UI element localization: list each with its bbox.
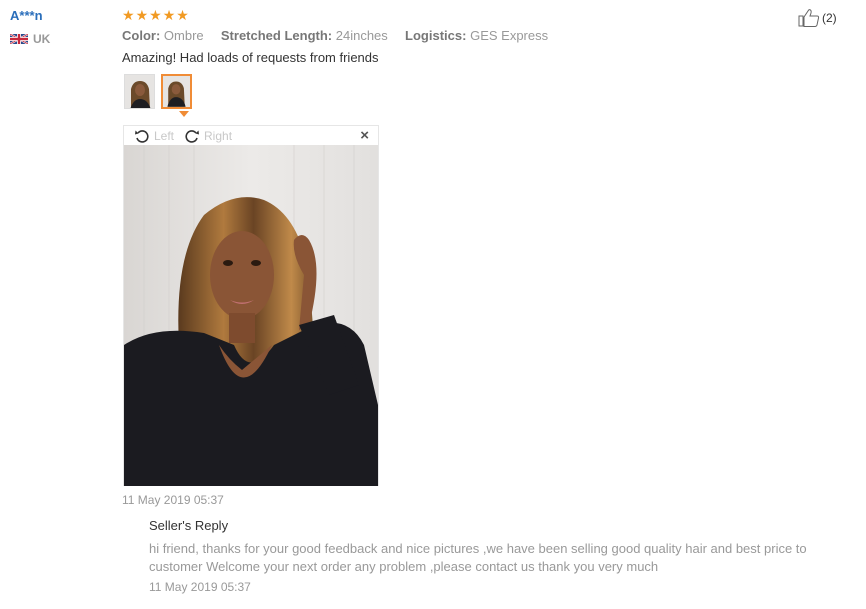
product-attributes: Color: Ombre Stretched Length: 24inches … [122, 28, 548, 43]
review-thumbnails [124, 74, 192, 109]
uk-flag-icon [10, 34, 28, 44]
rotate-left-label: Left [154, 128, 175, 143]
star-icon: ★ [149, 7, 162, 23]
close-icon[interactable]: × [360, 127, 369, 144]
rotate-right-label: Right [204, 128, 233, 143]
star-icon: ★ [176, 7, 189, 23]
attr-key: Stretched Length: [220, 28, 333, 43]
review-thumbnail[interactable] [124, 74, 155, 109]
selected-thumb-pointer [179, 111, 189, 117]
seller-reply-text: hi friend, thanks for your good feedback… [149, 541, 807, 574]
attr-key: Logistics: [405, 28, 467, 43]
rotate-left-button[interactable]: Left [134, 128, 174, 144]
attr-value: 24inches [335, 28, 388, 43]
viewer-toolbar: Left Right × [124, 126, 378, 145]
attr-value: Ombre [163, 28, 204, 43]
reviewer-country: UK [10, 32, 50, 46]
attr-value: GES Express [470, 28, 549, 43]
thumbs-up-icon [798, 9, 820, 27]
review-date: 11 May 2019 05:37 [122, 493, 224, 507]
star-icon: ★ [135, 7, 149, 23]
image-viewer: Left Right × [123, 125, 379, 486]
review-thumbnail-selected[interactable] [161, 74, 192, 109]
country-label: UK [33, 32, 51, 46]
rotate-left-icon [135, 129, 149, 143]
attr-key: Color: [122, 28, 161, 43]
reviewer-name: A***n [10, 8, 43, 23]
star-icon: ★ [122, 7, 135, 23]
rating-stars: ★ ★ ★ ★ ★ [122, 8, 189, 22]
seller-reply-title: Seller's Reply [149, 518, 229, 533]
rotate-right-icon [185, 129, 200, 143]
rotate-right-button[interactable]: Right [184, 128, 232, 144]
helpful-count: (2) [822, 11, 837, 25]
feedback-text: Amazing! Had loads of requests from frie… [122, 50, 379, 65]
helpful-button[interactable]: (2) [798, 8, 837, 28]
star-icon: ★ [162, 7, 176, 23]
review-photo [124, 145, 378, 486]
seller-reply-date: 11 May 2019 05:37 [149, 580, 251, 594]
